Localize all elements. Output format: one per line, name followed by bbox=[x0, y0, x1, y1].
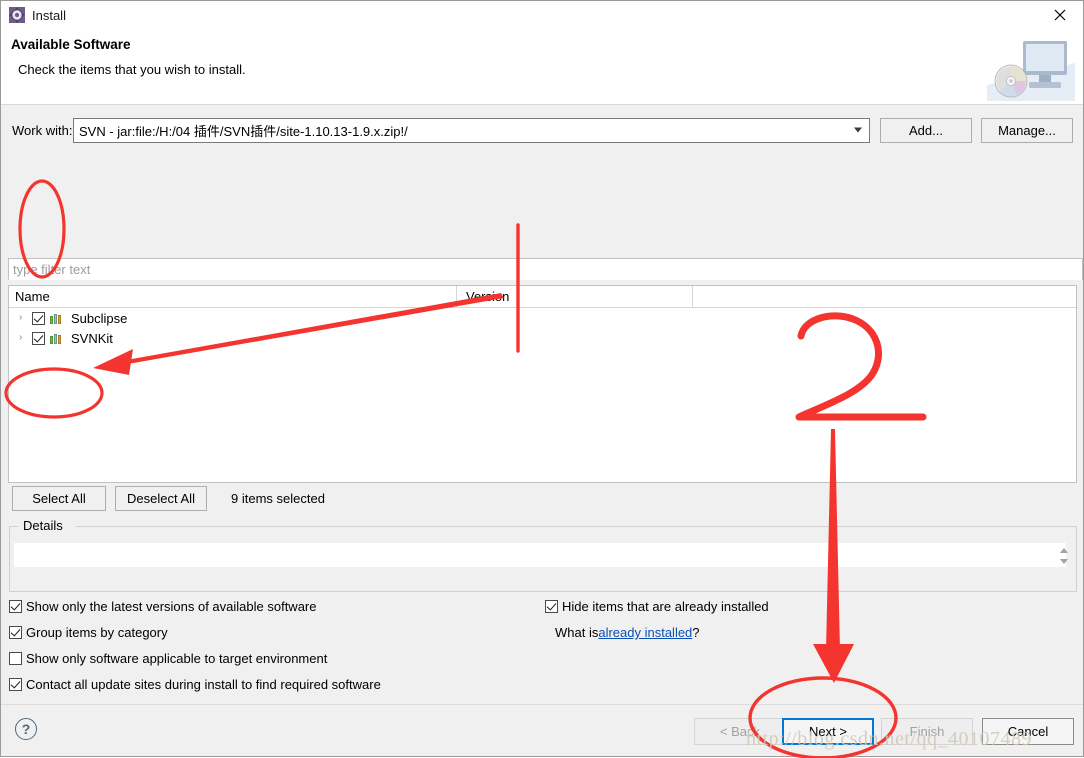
option-show-latest-versions[interactable]: Show only the latest versions of availab… bbox=[9, 598, 529, 615]
column-header-name[interactable]: Name bbox=[9, 285, 457, 308]
option-group-by-category[interactable]: Group items by category bbox=[9, 624, 529, 641]
checkbox[interactable] bbox=[9, 600, 22, 613]
tree-header: Name Version bbox=[9, 285, 1076, 308]
page-title: Available Software bbox=[11, 37, 131, 52]
filter-input[interactable]: type filter text bbox=[8, 258, 1083, 280]
spinner-down-icon[interactable] bbox=[1060, 559, 1068, 564]
whatis-suffix: ? bbox=[692, 625, 700, 640]
add-button[interactable]: Add... bbox=[880, 117, 972, 143]
work-with-row: Work with: SVN - jar:file:/H:/04 插件/SVN插… bbox=[1, 115, 1084, 145]
row-checkbox[interactable] bbox=[32, 331, 45, 345]
spinner-up-icon[interactable] bbox=[1060, 548, 1068, 553]
window-title: Install bbox=[32, 7, 66, 23]
help-icon[interactable]: ? bbox=[15, 718, 37, 740]
computer-disc-icon bbox=[987, 33, 1075, 101]
row-checkbox[interactable] bbox=[32, 311, 45, 325]
row-name: SVNKit bbox=[71, 330, 113, 346]
details-group: Details bbox=[9, 518, 1077, 592]
software-tree[interactable]: Name Version › Subclipse › SVNKit bbox=[8, 285, 1077, 483]
checkbox[interactable] bbox=[9, 626, 22, 639]
expand-arrow-icon[interactable]: › bbox=[19, 333, 32, 343]
items-selected-status: 9 items selected bbox=[231, 490, 325, 506]
category-icon bbox=[50, 332, 65, 344]
already-installed-link[interactable]: already installed bbox=[598, 625, 692, 640]
option-label: Hide items that are already installed bbox=[562, 599, 769, 614]
filter-placeholder: type filter text bbox=[13, 262, 91, 277]
gear-icon bbox=[9, 7, 25, 23]
watermark-text: http://blog.csdn.net/qq_40107489 bbox=[746, 728, 1032, 750]
option-label: Show only software applicable to target … bbox=[26, 651, 328, 666]
whatis-prefix: What is bbox=[555, 625, 599, 640]
manage-button[interactable]: Manage... bbox=[981, 117, 1073, 143]
dialog-header: Available Software Check the items that … bbox=[1, 29, 1083, 105]
dialog-body: Work with: SVN - jar:file:/H:/04 插件/SVN插… bbox=[1, 105, 1083, 756]
options-left-column: Show only the latest versions of availab… bbox=[9, 598, 529, 702]
row-name: Subclipse bbox=[71, 310, 128, 326]
page-subtitle: Check the items that you wish to install… bbox=[18, 62, 246, 77]
work-with-value: SVN - jar:file:/H:/04 插件/SVN插件/site-1.10… bbox=[79, 123, 408, 139]
selection-bar: Select All Deselect All 9 items selected bbox=[8, 485, 1077, 511]
expand-arrow-icon[interactable]: › bbox=[19, 313, 32, 323]
work-with-combo[interactable]: SVN - jar:file:/H:/04 插件/SVN插件/site-1.10… bbox=[73, 117, 870, 143]
table-row[interactable]: › SVNKit bbox=[9, 328, 1076, 348]
work-with-label: Work with: bbox=[12, 122, 73, 138]
option-target-environment[interactable]: Show only software applicable to target … bbox=[9, 650, 529, 667]
checkbox[interactable] bbox=[9, 678, 22, 691]
title-bar: Install bbox=[1, 1, 1083, 29]
table-row[interactable]: › Subclipse bbox=[9, 308, 1076, 328]
options-right-column: Hide items that are already installed Wh… bbox=[545, 598, 1025, 641]
option-hide-installed[interactable]: Hide items that are already installed bbox=[545, 598, 1025, 615]
column-header-version[interactable]: Version bbox=[457, 285, 693, 308]
what-is-already-installed: What is already installed ? bbox=[545, 624, 1025, 641]
details-text-area[interactable] bbox=[14, 543, 1066, 567]
details-label: Details bbox=[19, 518, 67, 533]
option-contact-update-sites[interactable]: Contact all update sites during install … bbox=[9, 676, 529, 693]
category-icon bbox=[50, 312, 65, 324]
option-label: Contact all update sites during install … bbox=[26, 677, 381, 692]
chevron-down-icon[interactable] bbox=[854, 127, 862, 133]
select-all-button[interactable]: Select All bbox=[12, 485, 106, 511]
close-icon[interactable] bbox=[1037, 1, 1083, 29]
option-label: Group items by category bbox=[26, 625, 168, 640]
deselect-all-button[interactable]: Deselect All bbox=[115, 485, 207, 511]
checkbox[interactable] bbox=[545, 600, 558, 613]
option-label: Show only the latest versions of availab… bbox=[26, 599, 317, 614]
details-scroll-spinner[interactable] bbox=[1058, 545, 1070, 567]
install-dialog: Install Available Software Check the ite… bbox=[0, 0, 1084, 758]
checkbox[interactable] bbox=[9, 652, 22, 665]
